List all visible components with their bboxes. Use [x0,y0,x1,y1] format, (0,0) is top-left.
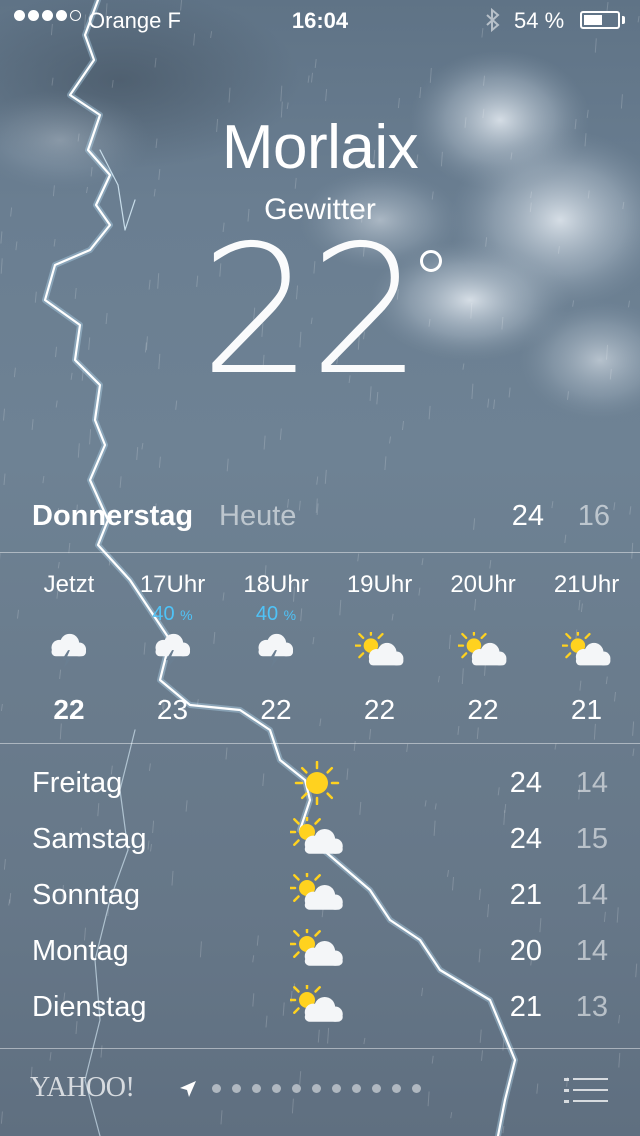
today-label: Heute [219,500,297,532]
hour-label: Jetzt [43,571,95,598]
today-low: 16 [577,500,610,532]
day-name: Samstag [32,823,147,855]
battery-cap [622,16,625,24]
hour-temperature: 22 [53,694,85,725]
thunderstorm-icon [51,633,87,669]
day-high: 20 [509,935,542,967]
precip-chance [17,600,121,628]
partly-sunny-icon [354,632,403,666]
day-low: 14 [575,767,608,799]
thunderstorm-icon [155,633,190,669]
partly-sunny-icon [290,929,343,966]
day-name: Sonntag [32,879,141,911]
day-low: 14 [575,935,608,967]
page-dot[interactable] [352,1084,361,1093]
hourly-item: 21Uhr 21 [535,570,639,726]
daily-row: Dienstag 21 13 [0,985,640,1041]
hourly-item: 18Uhr 40 % 22 [224,570,328,726]
bluetooth-icon [486,8,500,32]
location-arrow-icon[interactable] [178,1079,198,1099]
hourly-item: 20Uhr 22 [431,570,535,726]
hour-label: 19Uhr [346,571,413,598]
page-dot[interactable] [372,1084,381,1093]
hour-label: 18Uhr [243,571,309,598]
hour-temperature: 22 [467,694,499,725]
page-dot[interactable] [392,1084,401,1093]
precip-chance [431,600,535,628]
hour-temperature: 23 [156,694,189,725]
city-name: Morlaix [221,113,419,182]
day-high: 24 [509,767,542,799]
battery-percent: 54 % [514,8,565,33]
hourly-item: 19Uhr 22 [328,570,432,726]
partly-sunny-icon [458,632,507,666]
page-dot[interactable] [212,1084,221,1093]
precip-chance [535,600,639,628]
hourly-item: Jetzt 22 [17,570,121,726]
hour-temperature: 21 [570,694,603,725]
thunderstorm-icon [258,633,294,669]
divider [0,1048,640,1049]
hourly-item: 17Uhr 40 % 23 [121,570,225,726]
page-dot[interactable] [312,1084,321,1093]
weather-screen: Orange F 16:04 54 % Morlaix Gewitter 22 … [0,0,640,1136]
yahoo-logo[interactable]: YAHOO! [30,1072,135,1104]
page-dot[interactable] [332,1084,341,1093]
page-dot[interactable] [252,1084,261,1093]
partly-sunny-icon [290,817,343,854]
precip-chance [328,600,432,628]
page-dot[interactable] [292,1084,301,1093]
day-low: 15 [575,823,608,855]
day-high: 21 [509,879,542,911]
hour-label: 20Uhr [450,571,516,598]
precip-chance: 40 % [255,603,297,625]
daily-row: Freitag 24 14 [0,761,640,817]
daily-row: Samstag 24 15 [0,817,640,873]
degree-symbol [420,250,442,272]
hour-label: 17Uhr [139,571,206,598]
hour-temperature: 22 [260,694,292,725]
page-dot[interactable] [272,1084,281,1093]
precip-chance: 40 % [152,603,193,625]
hour-temperature: 22 [363,694,396,725]
today-day-name: Donnerstag [32,500,194,532]
day-name: Dienstag [32,991,147,1023]
partly-sunny-icon [290,985,343,1022]
day-high: 21 [509,991,542,1023]
partly-sunny-icon [290,873,343,910]
hour-label: 21Uhr [553,571,620,598]
status-bar: Orange F 16:04 54 % [0,0,640,40]
page-indicator[interactable] [212,1084,421,1093]
battery-icon [580,11,620,29]
page-dot[interactable] [412,1084,421,1093]
divider [0,552,640,553]
daily-row: Montag 20 14 [0,929,640,985]
divider [0,743,640,744]
day-low: 14 [575,879,608,911]
day-name: Freitag [32,767,123,799]
page-dot[interactable] [232,1084,241,1093]
precip-unit: % [180,607,193,623]
daily-row: Sonntag 21 14 [0,873,640,929]
partly-sunny-icon [561,632,610,666]
day-name: Montag [32,935,129,967]
current-temperature: 22 [200,207,422,414]
day-low: 13 [575,991,608,1023]
precip-unit: % [283,607,297,623]
today-high: 24 [511,500,544,532]
day-high: 24 [509,823,542,855]
list-icon[interactable] [564,1076,608,1106]
sun-icon [294,761,340,805]
